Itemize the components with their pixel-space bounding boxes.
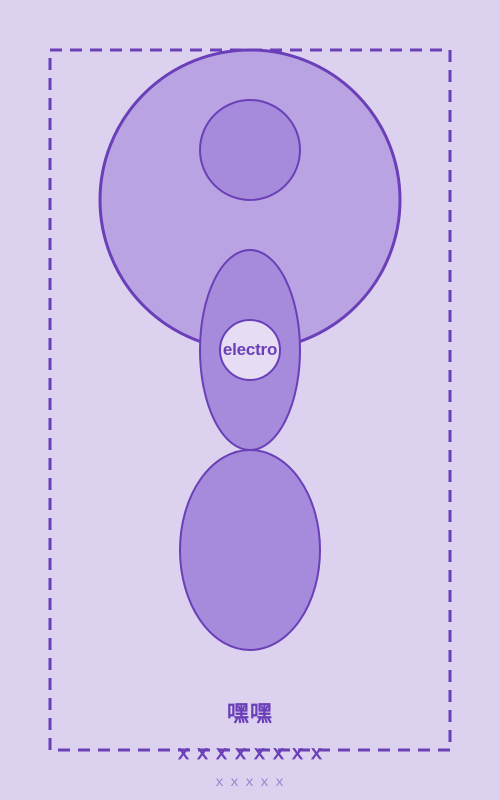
illustration-canvas: electro 嘿嘿 ｘｘｘｘｘｘｘｘ ｘｘｘｘｘ — [0, 0, 500, 800]
figure-graphic — [48, 48, 452, 752]
bottom-ellipse — [179, 449, 321, 651]
caption-text: ｘｘｘｘｘ — [212, 774, 288, 790]
title-text: 嘿嘿 — [226, 702, 273, 727]
top-small-circle — [199, 99, 301, 201]
center-node-label: electro — [222, 340, 278, 359]
subtitle-text: ｘｘｘｘｘｘｘｘ — [173, 742, 326, 764]
